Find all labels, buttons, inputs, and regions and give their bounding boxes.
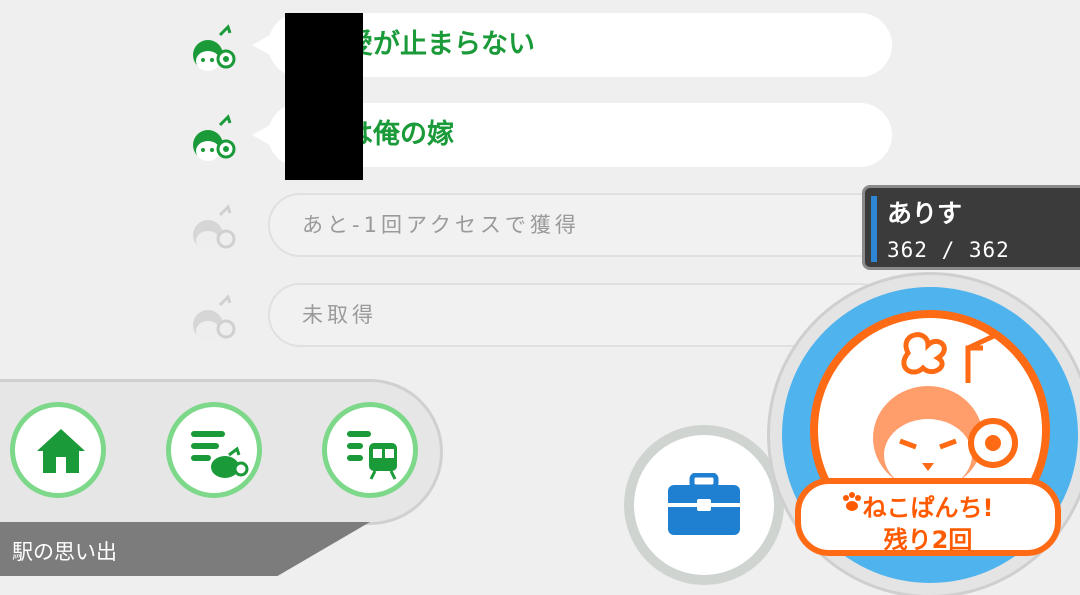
home-button[interactable] — [10, 402, 106, 498]
neko-punch-remaining: 残り2回 — [883, 526, 973, 554]
memory-list-button[interactable] — [166, 402, 262, 498]
player-name: ありす — [887, 199, 963, 228]
memory-list-icon — [191, 431, 249, 478]
memory-text: あと-1回アクセスで獲得 — [302, 213, 580, 237]
redaction-block — [285, 13, 363, 180]
briefcase-button[interactable] — [634, 435, 774, 575]
memory-row-2[interactable]: は俺の嫁 — [0, 103, 1080, 173]
player-status-panel: ありす 362 / 362 — [862, 185, 1080, 270]
cat-face-icon — [873, 332, 1018, 491]
player-hp: 362 / 362 — [887, 238, 1010, 262]
panel-accent — [871, 196, 877, 262]
station-list-button[interactable] — [322, 402, 418, 498]
briefcase-icon — [668, 473, 740, 535]
character-avatar-icon — [193, 294, 236, 341]
home-icon — [37, 429, 85, 473]
memory-text: 愛が止まらない — [346, 29, 535, 60]
memory-row-1[interactable]: 愛が止まらない — [0, 13, 1080, 83]
character-avatar-icon — [193, 204, 236, 251]
station-list-icon — [347, 431, 397, 480]
memory-text: 未取得 — [302, 303, 377, 327]
neko-punch-title: ねこぱんち! — [862, 494, 994, 522]
character-avatar-icon — [193, 114, 236, 161]
memory-bubble[interactable]: あと-1回アクセスで獲得 — [268, 193, 892, 257]
neko-punch-label[interactable]: ねこぱんち! 残り2回 — [795, 478, 1061, 556]
memory-bubble[interactable]: 未取得 — [268, 283, 892, 347]
menu-label: 駅の思い出 — [12, 540, 117, 564]
character-avatar-icon — [193, 24, 236, 71]
